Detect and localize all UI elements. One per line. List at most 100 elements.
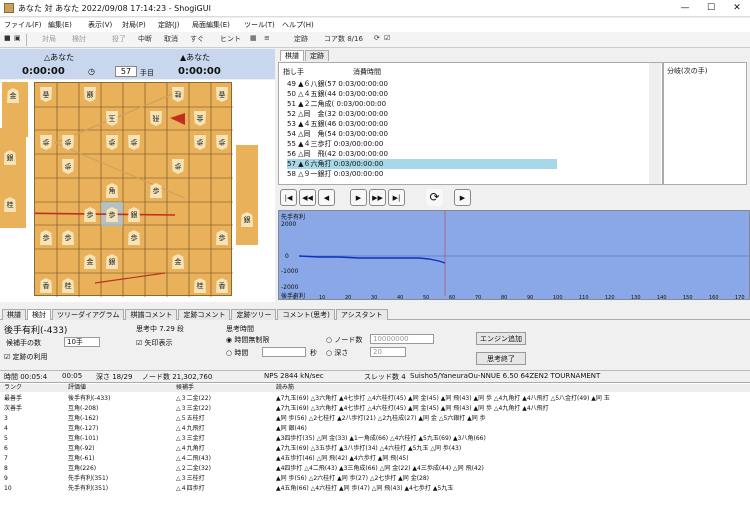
resign-button[interactable]: 投了: [112, 34, 126, 44]
menu-view[interactable]: 表示(V): [88, 20, 112, 30]
forward-ten-icon[interactable]: ▶▶: [369, 189, 386, 206]
tab-joseki-comment[interactable]: 定跡コメント: [178, 309, 231, 320]
piece[interactable]: 桂: [194, 278, 206, 293]
pause-button[interactable]: 中断: [138, 34, 152, 44]
pv-row[interactable]: 次善手 互角(-208) △３三金(22) ▲7九玉(69) △3六角打 ▲4七歩打 …: [0, 405, 750, 413]
piece[interactable]: 銀: [84, 87, 96, 102]
grid-icon[interactable]: ▦: [250, 34, 257, 42]
piece[interactable]: 歩: [150, 183, 162, 198]
piece[interactable]: 飛: [150, 111, 162, 126]
refresh-icon[interactable]: ⟳: [374, 34, 380, 42]
piece[interactable]: 歩: [106, 207, 118, 222]
minimize-icon[interactable]: —: [672, 0, 698, 17]
piece[interactable]: 歩: [62, 135, 74, 150]
close-icon[interactable]: ✕: [724, 0, 750, 17]
piece[interactable]: 玉: [106, 111, 118, 126]
piece[interactable]: 金: [194, 111, 206, 126]
pv-row[interactable]: 9 先手有利(351) △３三桂打 ▲同 歩(56) △2六桂打 ▲同 歩(27) △…: [0, 475, 750, 483]
piece[interactable]: 歩: [40, 135, 52, 150]
undo-button[interactable]: 取消: [164, 34, 178, 44]
pv-row[interactable]: 8 互角(226) △２二金(32) ▲4四歩打 △4二飛(43) ▲3三角成(66)…: [0, 465, 750, 473]
piece[interactable]: 歩: [106, 135, 118, 150]
hint-button[interactable]: ヒント: [220, 34, 241, 44]
kifu-row[interactable]: 51 ▲２二角成( 0:03/00:00:00: [287, 99, 557, 109]
piece[interactable]: 香: [40, 278, 52, 293]
nodes-radio[interactable]: ○ ノード数: [326, 335, 362, 345]
piece[interactable]: 香: [216, 87, 228, 102]
piece[interactable]: 歩: [128, 135, 140, 150]
stop-thinking-button[interactable]: 思考終了: [476, 352, 526, 365]
forward-one-icon[interactable]: ▶: [350, 189, 367, 206]
pv-row[interactable]: 7 互角(-61) △４二飛(43) ▲4五歩打(46) △同 飛(42) ▲4六歩打…: [0, 455, 750, 463]
kifu-row[interactable]: 50 △４五銀(44 0:03/00:00:00: [287, 89, 557, 99]
piece[interactable]: 歩: [216, 230, 228, 245]
eval-graph[interactable]: 先手有利 2000 0 -1000 -2000 後手有利 0 10 20 30 …: [278, 210, 750, 301]
pv-row[interactable]: 6 互角(-92) △４九角打 ▲7九玉(69) △3五歩打 ▲3八歩打(34) △4…: [0, 445, 750, 453]
piece[interactable]: 金: [84, 254, 96, 269]
time-input[interactable]: [262, 347, 306, 357]
joseki-checkbox[interactable]: ☑ 定跡の利用: [4, 352, 48, 362]
tab-tree-diagram[interactable]: ツリーダイアグラム: [52, 309, 125, 320]
menu-edit[interactable]: 編集(E): [48, 20, 72, 30]
time-radio[interactable]: ○ 時間: [226, 348, 248, 358]
piece[interactable]: 桂: [62, 278, 74, 293]
piece[interactable]: 香: [40, 87, 52, 102]
pv-count-select[interactable]: 10手: [64, 337, 100, 347]
kifu-row[interactable]: 55 ▲４三歩打 0:03/00:00:00: [287, 139, 557, 149]
back-one-icon[interactable]: ◀: [318, 189, 335, 206]
pv-row[interactable]: 10 先手有利(351) △４四歩打 ▲4五角(66) △4六桂打 ▲同 歩(47) …: [0, 485, 750, 493]
unlimited-radio[interactable]: ◉ 時間無制限: [226, 335, 269, 345]
hand-piece[interactable]: 銀: [241, 212, 253, 227]
branch-panel[interactable]: 分岐(次の手): [663, 62, 747, 185]
refresh-icon[interactable]: ⟳: [426, 189, 443, 206]
menu-position-edit[interactable]: 局面編集(E): [192, 20, 230, 30]
depth-radio[interactable]: ○ 深さ: [326, 348, 348, 358]
kifu-row[interactable]: 52 △同 金(32 0:03/00:00:00: [287, 109, 557, 119]
kifu-row[interactable]: 58 △９一銀打 0:03/00:00:00: [287, 169, 557, 179]
menu-tools[interactable]: ツール(T): [244, 20, 275, 30]
move-now-button[interactable]: すぐ: [190, 34, 204, 44]
maximize-icon[interactable]: ☐: [698, 0, 724, 17]
piece[interactable]: 銀: [106, 254, 118, 269]
pv-row[interactable]: 4 互角(-127) △４九飛打 ▲同 銀(46): [0, 425, 750, 433]
last-move-icon[interactable]: ▶|: [388, 189, 405, 206]
piece[interactable]: 香: [216, 278, 228, 293]
add-engine-button[interactable]: エンジン追加: [476, 332, 526, 345]
piece[interactable]: 歩: [62, 159, 74, 174]
tab-assistant[interactable]: アシスタント: [335, 309, 388, 320]
play-icon[interactable]: ▶: [454, 189, 471, 206]
pv-row[interactable]: 3 互角(-162) △５五桂打 ▲同 歩(56) △2七桂打 ▲2八歩打(21) △…: [0, 415, 750, 423]
piece[interactable]: 角: [106, 183, 118, 198]
hand-piece[interactable]: 桂: [4, 197, 16, 212]
tab-joseki-tree[interactable]: 定跡ツリー: [231, 309, 277, 320]
play-button[interactable]: 対局: [42, 34, 56, 44]
hand-piece[interactable]: 銀: [4, 150, 16, 165]
piece[interactable]: 歩: [172, 159, 184, 174]
piece[interactable]: 歩: [194, 135, 206, 150]
piece[interactable]: 歩: [62, 230, 74, 245]
menu-game[interactable]: 対局(P): [122, 20, 146, 30]
hand-piece[interactable]: 金: [7, 88, 19, 103]
menu-file[interactable]: ファイル(F): [4, 20, 42, 30]
kifu-row[interactable]: 56 △同 飛(42 0:03/00:00:00: [287, 149, 557, 159]
tab-kifu-lower[interactable]: 棋譜: [2, 309, 26, 320]
first-move-icon[interactable]: |◀: [280, 189, 297, 206]
pv-row[interactable]: 最善手 後手有利(-433) △３二金(22) ▲7九玉(69) △3六角打 ▲4七歩…: [0, 395, 750, 403]
tab-analysis[interactable]: 検討: [27, 309, 51, 320]
pv-row[interactable]: 5 互角(-101) △３三金打 ▲3四歩打(35) △同 金(33) ▲1一角成(6…: [0, 435, 750, 443]
piece[interactable]: 歩: [216, 135, 228, 150]
kifu-list[interactable]: 指し手 消費時間 49 ▲６八銀(57 0:03/00:00:00 50 △４五銀…: [278, 62, 663, 185]
piece[interactable]: 歩: [84, 207, 96, 222]
piece[interactable]: 金: [172, 254, 184, 269]
piece[interactable]: 歩: [40, 230, 52, 245]
piece[interactable]: 銀: [128, 207, 140, 222]
analyze-button[interactable]: 検討: [72, 34, 86, 44]
save-icon[interactable]: ▣: [14, 34, 21, 42]
kifu-row[interactable]: 53 ▲４五銀(46 0:03/00:00:00: [287, 119, 557, 129]
menu-joseki[interactable]: 定跡(J): [158, 20, 180, 30]
kifu-row-selected[interactable]: 57 ▲６六角打 0:03/00:00:00: [287, 159, 557, 169]
kifu-scrollbar[interactable]: [649, 63, 661, 184]
check-icon[interactable]: ☑: [384, 34, 390, 42]
kifu-row[interactable]: 49 ▲６八銀(57 0:03/00:00:00: [287, 79, 557, 89]
piece[interactable]: 歩: [128, 230, 140, 245]
